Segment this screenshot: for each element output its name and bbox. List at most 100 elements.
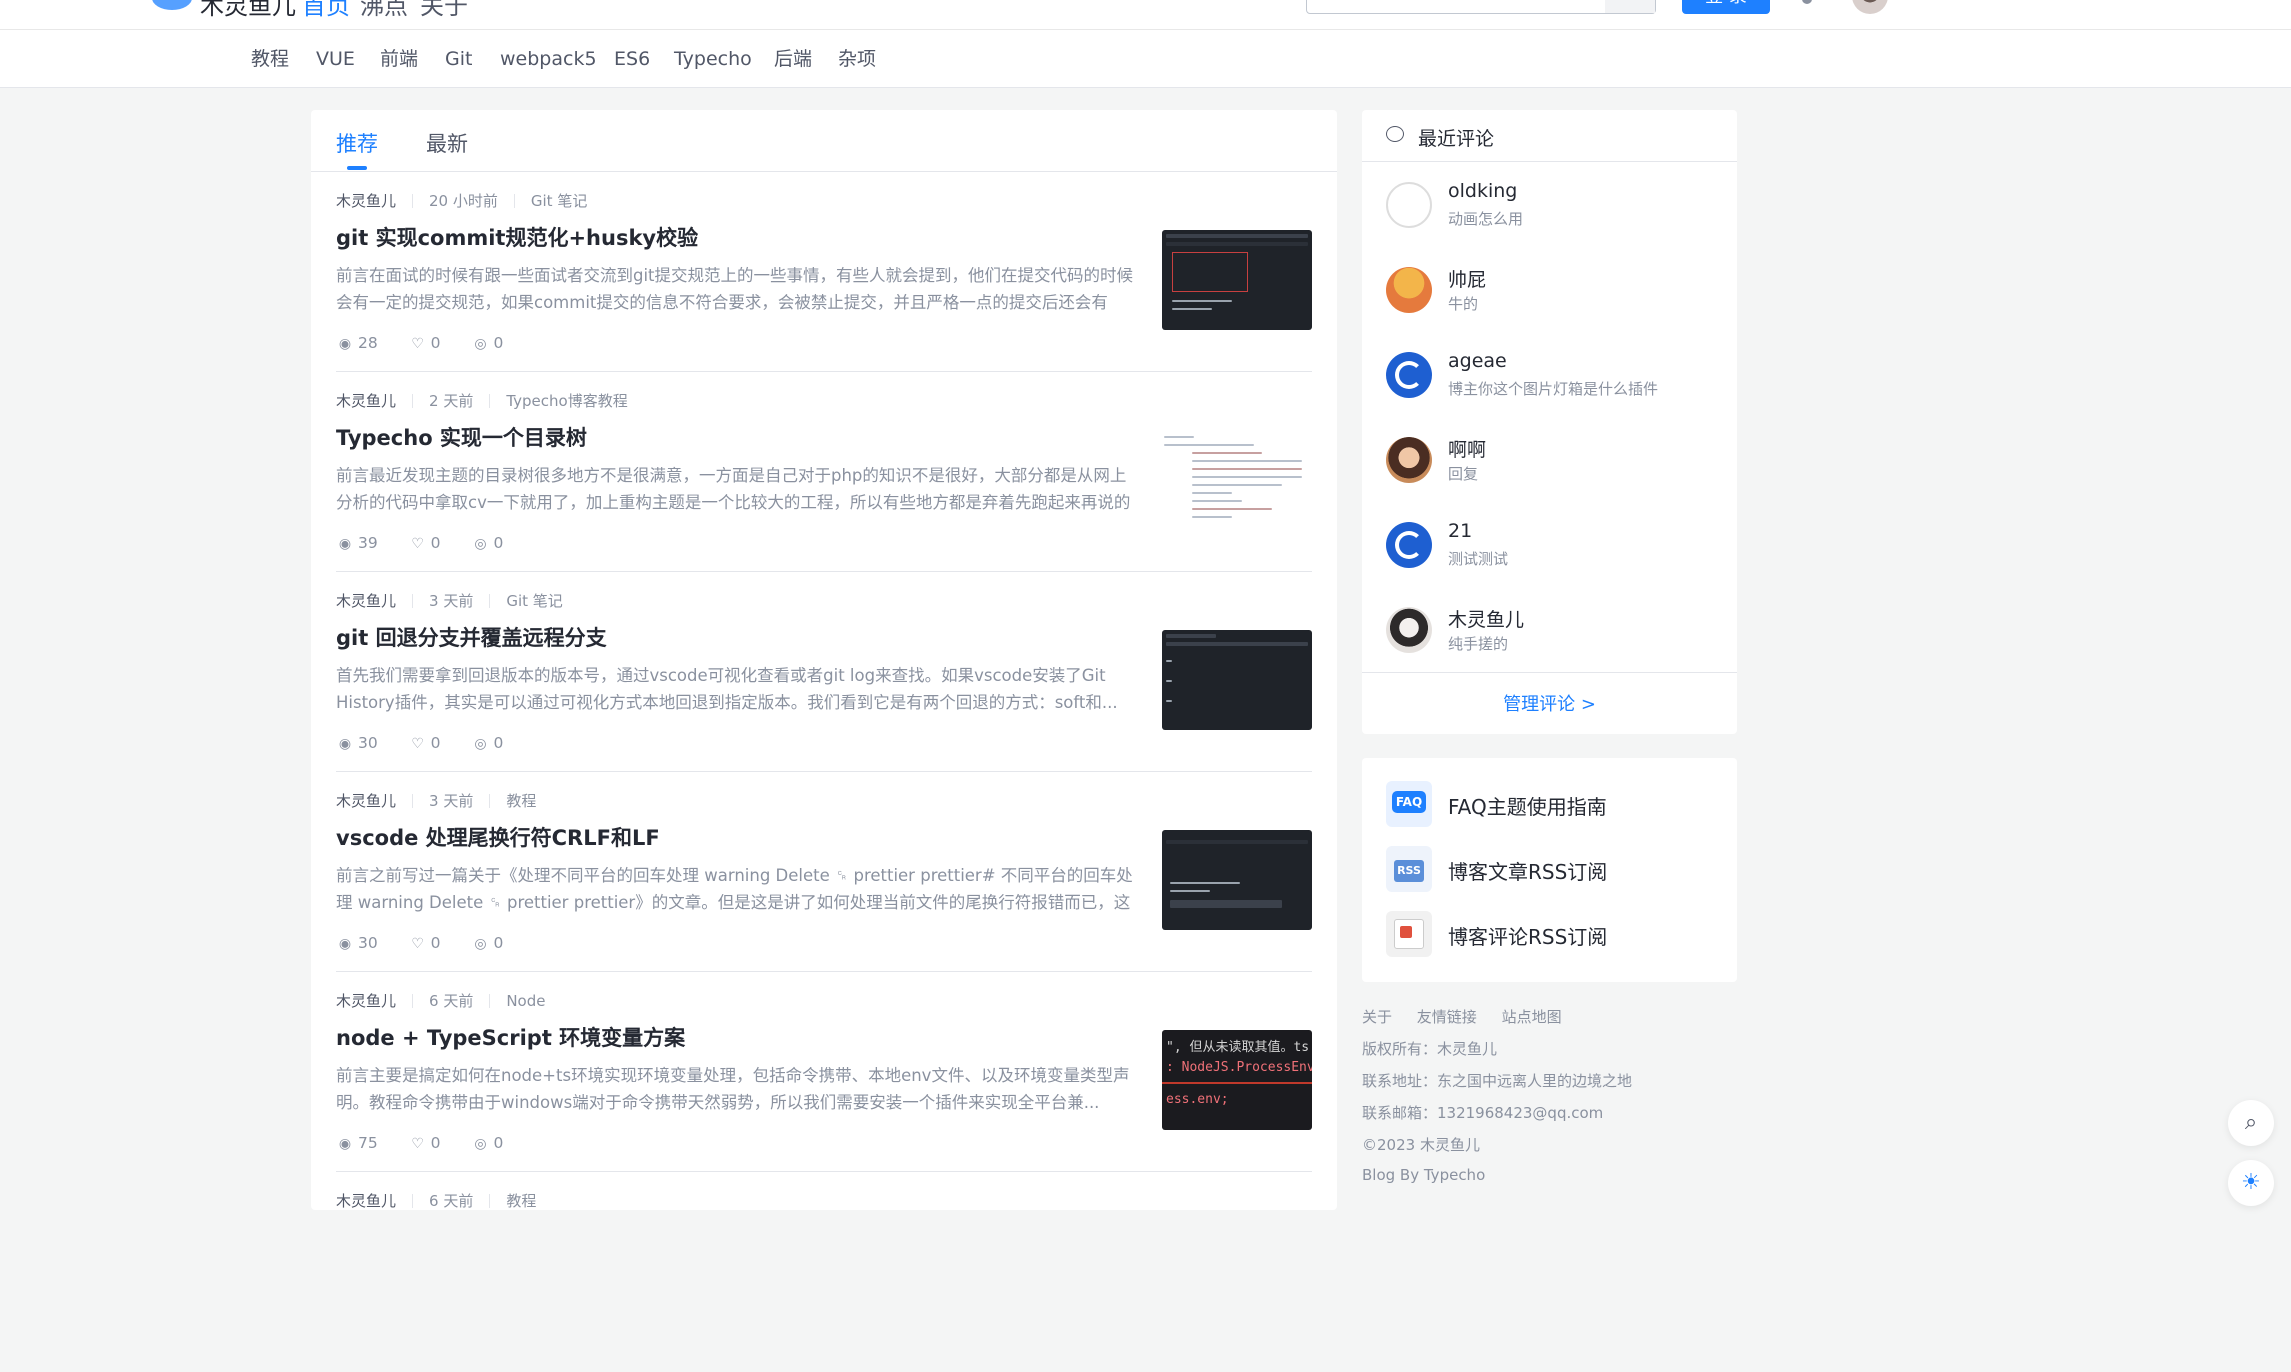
comment-item[interactable]: 帅屁 牛的 (1386, 267, 1716, 339)
footer-link-friends[interactable]: 友情链接 (1417, 1008, 1477, 1026)
comment-item[interactable]: ageae 博主你这个图片灯箱是什么插件 (1386, 350, 1716, 424)
comment-text[interactable]: 回复 (1448, 463, 1478, 484)
article-item[interactable]: 木灵鱼儿 2 天前 Typecho博客教程 Typecho 实现一个目录树 前言最近… (336, 372, 1312, 572)
login-button[interactable]: 登 录 (1682, 0, 1770, 14)
comment-item[interactable]: 木灵鱼儿 纯手搓的 (1386, 607, 1716, 679)
link-faq-guide[interactable]: FAQ FAQ主题使用指南 (1386, 781, 1716, 827)
nav-pins[interactable]: 沸点 (360, 0, 408, 21)
search-button[interactable] (1605, 0, 1655, 13)
avatar[interactable] (1386, 522, 1432, 568)
comment-text[interactable]: 纯手搓的 (1448, 633, 1508, 654)
link-label[interactable]: 博客评论RSS订阅 (1448, 921, 1607, 950)
thumb-up-icon[interactable]: ♡ (409, 1136, 427, 1152)
thumb-up-icon[interactable]: ♡ (409, 336, 427, 352)
article-thumbnail[interactable]: ", 但从未读取其值。ts : NodeJS.ProcessEnv ess.en… (1162, 1030, 1312, 1130)
article-category[interactable]: Typecho博客教程 (506, 392, 627, 410)
category-vue[interactable]: VUE (316, 30, 355, 88)
avatar[interactable] (1386, 352, 1432, 398)
article-author[interactable]: 木灵鱼儿 (336, 792, 396, 810)
link-label[interactable]: FAQ主题使用指南 (1448, 791, 1607, 820)
article-category[interactable]: Git 笔记 (506, 592, 562, 610)
comment-author[interactable]: oldking (1448, 180, 1517, 202)
footer-link-about[interactable]: 关于 (1362, 1008, 1392, 1026)
comment-text[interactable]: 动画怎么用 (1448, 208, 1523, 229)
thumb-up-icon[interactable]: ♡ (409, 736, 427, 752)
category-frontend[interactable]: 前端 (380, 30, 418, 88)
article-item[interactable]: 木灵鱼儿 6 天前 Node node + TypeScript 环境变量方案 前言… (336, 972, 1312, 1172)
footer-links: 关于 友情链接 站点地图 (1362, 1006, 1582, 1027)
comment-author[interactable]: ageae (1448, 350, 1507, 372)
site-logo-text[interactable]: 木灵鱼儿 (200, 0, 296, 21)
category-misc[interactable]: 杂项 (838, 30, 876, 88)
comment-icon[interactable]: ◎ (471, 1136, 489, 1152)
avatar[interactable] (1386, 607, 1432, 653)
thumb-up-icon[interactable]: ♡ (409, 936, 427, 952)
comment-icon[interactable]: ◎ (471, 536, 489, 552)
footer-link-sitemap[interactable]: 站点地图 (1502, 1008, 1562, 1026)
article-item[interactable]: 木灵鱼儿 3 天前 Git 笔记 git 回退分支并覆盖远程分支 首先我们需要拿到回… (336, 572, 1312, 772)
article-meta: 木灵鱼儿 6 天前 Node (336, 990, 545, 1011)
article-category[interactable]: 教程 (506, 792, 536, 810)
article-author[interactable]: 木灵鱼儿 (336, 192, 396, 210)
article-title[interactable]: Typecho 实现一个目录树 (336, 422, 587, 452)
comment-item[interactable]: 21 测试测试 (1386, 520, 1716, 594)
link-label[interactable]: 博客文章RSS订阅 (1448, 856, 1607, 885)
article-category[interactable]: Node (506, 992, 545, 1010)
article-title[interactable]: vscode 处理尾换行符CRLF和LF (336, 822, 660, 852)
sun-icon[interactable]: ☀ (2228, 1160, 2274, 1206)
comment-text[interactable]: 博主你这个图片灯箱是什么插件 (1448, 378, 1658, 399)
notification-icon[interactable] (1802, 0, 1812, 4)
article-author[interactable]: 木灵鱼儿 (336, 592, 396, 610)
article-item[interactable]: 木灵鱼儿 20 小时前 Git 笔记 git 实现commit规范化+husky校验… (336, 172, 1312, 372)
article-item[interactable]: 木灵鱼儿 3 天前 教程 vscode 处理尾换行符CRLF和LF 前言之前写过一篇… (336, 772, 1312, 972)
user-avatar[interactable] (1852, 0, 1888, 14)
comment-text[interactable]: 测试测试 (1448, 548, 1508, 569)
article-author[interactable]: 木灵鱼儿 (336, 1192, 396, 1210)
article-thumbnail[interactable] (1162, 630, 1312, 730)
nav-home[interactable]: 首页 (302, 0, 350, 21)
link-comment-rss[interactable]: 博客评论RSS订阅 (1386, 911, 1716, 957)
link-article-rss[interactable]: RSS 博客文章RSS订阅 (1386, 846, 1716, 892)
manage-comments-link[interactable]: 管理评论 > (1362, 690, 1737, 716)
comment-author[interactable]: 帅屁 (1448, 265, 1486, 292)
category-backend[interactable]: 后端 (774, 30, 812, 88)
avatar[interactable] (1386, 267, 1432, 313)
comment-text[interactable]: 牛的 (1448, 293, 1478, 314)
category-tutorial[interactable]: 教程 (251, 30, 289, 88)
category-es6[interactable]: ES6 (614, 30, 650, 88)
category-git[interactable]: Git (445, 30, 472, 88)
tab-latest[interactable]: 最新 (426, 128, 468, 158)
nav-about[interactable]: 关于 (420, 0, 468, 21)
comment-icon[interactable]: ◎ (471, 936, 489, 952)
article-category[interactable]: 教程 (506, 1192, 536, 1210)
search-icon[interactable]: ⌕ (2228, 1100, 2274, 1146)
comment-author[interactable]: 啊啊 (1448, 435, 1486, 462)
comment-author[interactable]: 木灵鱼儿 (1448, 605, 1524, 632)
comment-icon[interactable]: ◎ (471, 736, 489, 752)
avatar[interactable] (1386, 437, 1432, 483)
search-input[interactable] (1306, 0, 1656, 14)
article-title[interactable]: node + TypeScript 环境变量方案 (336, 1022, 685, 1052)
article-thumbnail[interactable] (1162, 830, 1312, 930)
category-typecho[interactable]: Typecho (674, 30, 752, 88)
comment-author[interactable]: 21 (1448, 520, 1472, 542)
article-category[interactable]: Git 笔记 (531, 192, 587, 210)
article-author[interactable]: 木灵鱼儿 (336, 992, 396, 1010)
logo-icon[interactable] (152, 0, 192, 10)
article-meta: 木灵鱼儿 3 天前 Git 笔记 (336, 590, 563, 611)
avatar[interactable] (1386, 182, 1432, 228)
rss-icon: RSS (1386, 846, 1432, 892)
article-title[interactable]: git 实现commit规范化+husky校验 (336, 222, 698, 252)
comment-item[interactable]: oldking 动画怎么用 (1386, 180, 1716, 254)
article-item[interactable]: 木灵鱼儿 6 天前 教程 (336, 1172, 1312, 1372)
thumb-up-icon[interactable]: ♡ (409, 536, 427, 552)
view-count: 30 (358, 734, 378, 752)
article-thumbnail[interactable] (1162, 230, 1312, 330)
comment-item[interactable]: 啊啊 回复 (1386, 437, 1716, 509)
category-webpack5[interactable]: webpack5 (500, 30, 597, 88)
comment-icon[interactable]: ◎ (471, 336, 489, 352)
tab-recommended[interactable]: 推荐 (336, 128, 378, 158)
article-author[interactable]: 木灵鱼儿 (336, 392, 396, 410)
article-thumbnail[interactable] (1162, 430, 1312, 530)
article-title[interactable]: git 回退分支并覆盖远程分支 (336, 622, 607, 652)
